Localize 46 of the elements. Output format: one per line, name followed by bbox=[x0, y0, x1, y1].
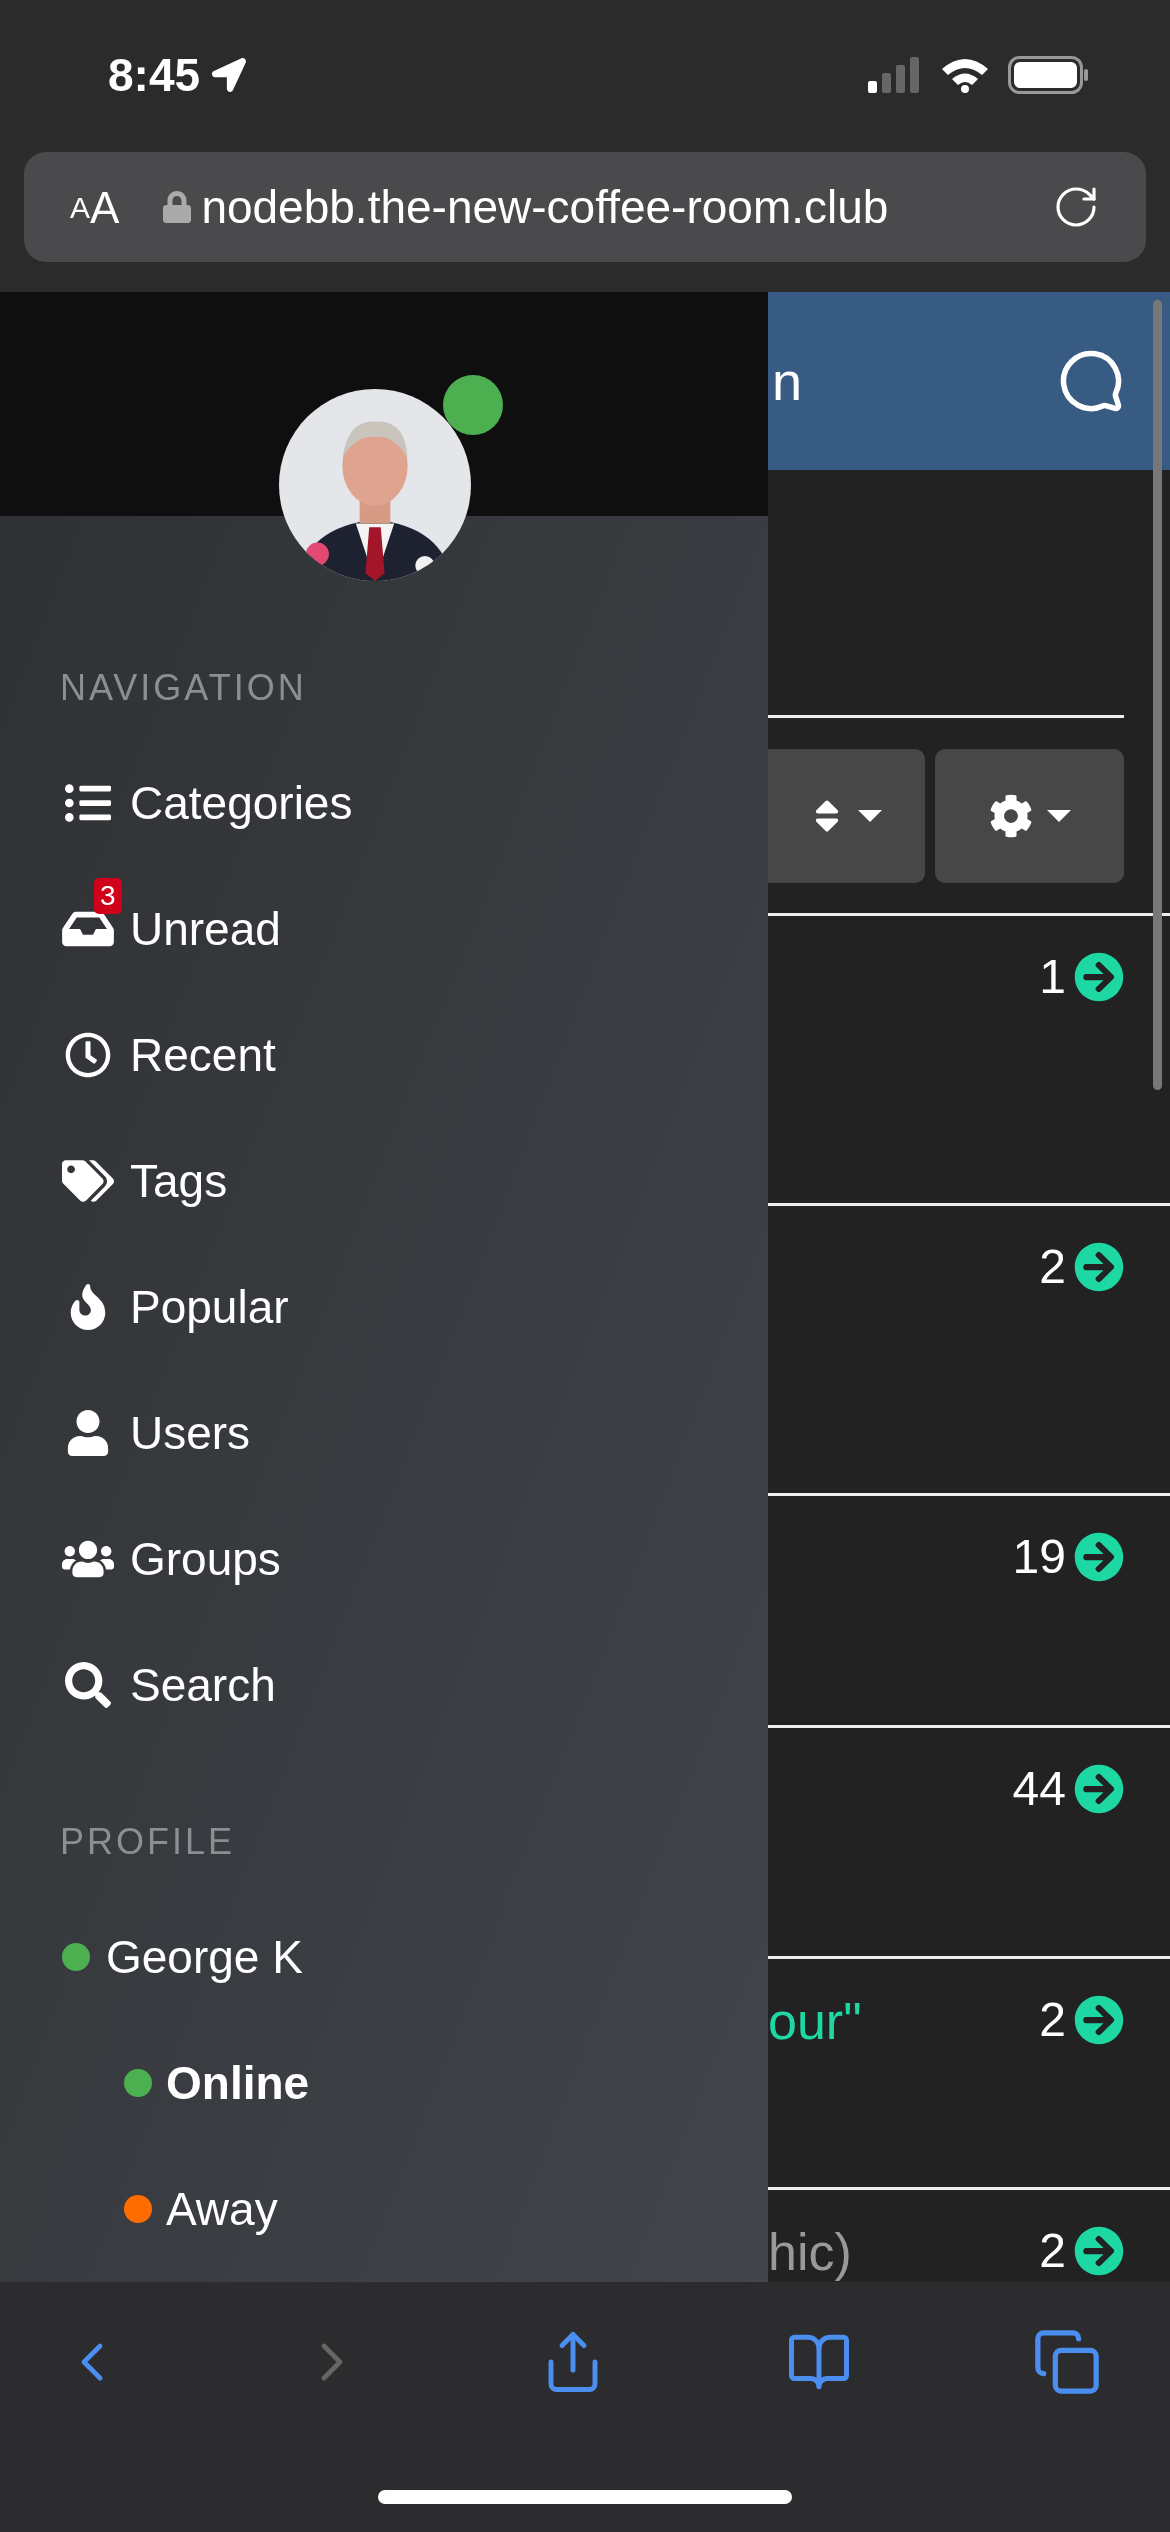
arrow-right-icon[interactable] bbox=[1074, 1995, 1124, 2045]
navigation-item[interactable]: Recent bbox=[0, 992, 768, 1118]
arrow-right-icon[interactable] bbox=[1074, 1532, 1124, 1582]
arrow-right-icon[interactable] bbox=[1074, 952, 1124, 1002]
caret-icon bbox=[857, 809, 882, 822]
navigation-heading: NAVIGATION bbox=[59, 666, 308, 710]
signal-icon bbox=[868, 57, 922, 93]
lock-icon bbox=[163, 190, 192, 224]
sort-button[interactable] bbox=[768, 748, 925, 883]
text-size-button[interactable]: AA bbox=[70, 184, 120, 230]
navigation-item[interactable]: Users bbox=[0, 1370, 768, 1496]
settings-icon bbox=[988, 793, 1033, 838]
status-option[interactable]: Away bbox=[0, 2146, 768, 2272]
topic-title[interactable]: our" bbox=[768, 1995, 862, 2047]
navigation-item[interactable]: Search bbox=[0, 1622, 768, 1748]
navigation-item[interactable]: Popular bbox=[0, 1244, 768, 1370]
chat-icon[interactable] bbox=[1058, 348, 1124, 414]
caret-icon bbox=[1046, 809, 1071, 822]
clock-time: 8:45 bbox=[108, 47, 201, 103]
post-count: 1 bbox=[1039, 953, 1066, 1001]
settings-button[interactable] bbox=[935, 748, 1124, 883]
status-option[interactable]: Online bbox=[0, 2020, 768, 2146]
tabs-icon[interactable] bbox=[1032, 2327, 1102, 2397]
post-count: 44 bbox=[1012, 1765, 1066, 1813]
address-bar[interactable]: AA nodebb.the-new-coffee-room.club bbox=[24, 152, 1146, 262]
wifi-icon bbox=[940, 57, 990, 93]
post-count: 19 bbox=[1012, 1533, 1066, 1581]
arrow-right-icon[interactable] bbox=[1074, 1764, 1124, 1814]
post-count: 2 bbox=[1039, 1996, 1066, 2044]
url-text[interactable]: nodebb.the-new-coffee-room.club bbox=[201, 172, 889, 242]
header-title: n bbox=[771, 349, 803, 413]
search-icon bbox=[62, 1662, 114, 1708]
profile-name[interactable]: George K bbox=[0, 1894, 768, 2020]
unread-count-badge: 3 bbox=[94, 878, 122, 914]
navigation-item[interactable]: Groups bbox=[0, 1496, 768, 1622]
navigation-item[interactable]: Categories bbox=[0, 740, 768, 866]
arrow-right-icon[interactable] bbox=[1074, 1242, 1124, 1292]
tags-icon bbox=[62, 1158, 114, 1204]
arrow-right-icon[interactable] bbox=[1074, 2226, 1124, 2276]
post-count: 2 bbox=[1039, 1243, 1066, 1291]
navigation-item[interactable]: 3 Unread bbox=[0, 866, 768, 992]
profile-heading: PROFILE bbox=[59, 1820, 237, 1864]
battery-icon bbox=[1008, 56, 1090, 94]
location-arrow-icon bbox=[212, 58, 247, 92]
post-count: 2 bbox=[1039, 2227, 1066, 2275]
navigation-item[interactable]: Tags bbox=[0, 1118, 768, 1244]
